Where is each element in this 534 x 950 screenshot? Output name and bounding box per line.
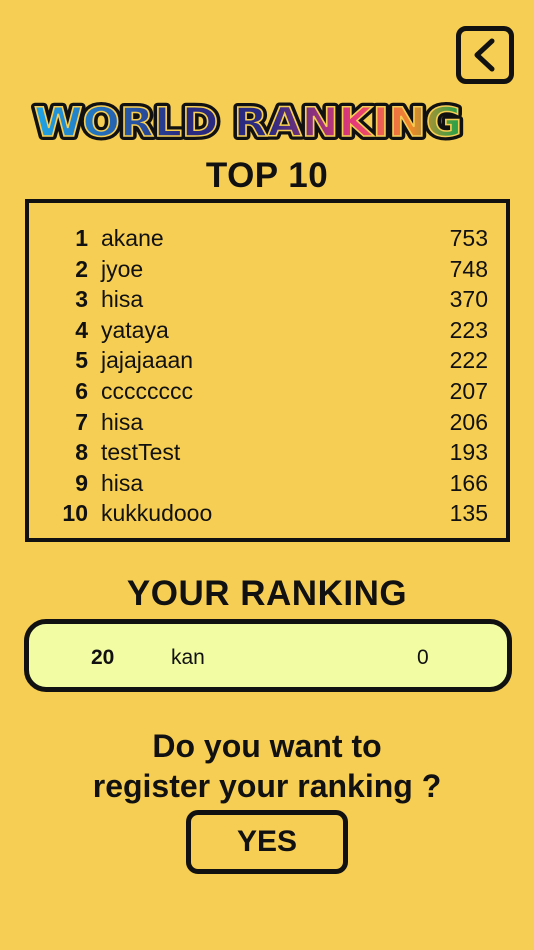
table-row: 3 hisa 370 [29,284,506,314]
rank-number: 10 [62,500,88,527]
player-score: 206 [449,408,488,435]
player-name: cccccccc [101,378,193,404]
table-row: 7 hisa 206 [29,407,506,437]
table-row: 4 yataya 223 [29,315,506,345]
player-score: 222 [449,347,488,374]
player-name: kukkudooo [101,500,213,527]
player-score: 748 [449,255,488,282]
player-score: 207 [449,378,488,404]
table-row: 6 cccccccc 207 [29,376,506,406]
player-name: hisa [101,286,144,313]
rank-number: 3 [75,286,88,313]
your-ranking-panel: 20 kan 0 [24,619,512,692]
rank-number: 8 [75,439,88,466]
rank-number: 5 [75,347,88,374]
register-question: Do you want to register your ranking ? [0,726,534,806]
player-score: 166 [449,469,488,496]
your-score: 0 [417,646,429,669]
table-row: 10 kukkudooo 135 [29,498,506,528]
rank-number: 6 [75,378,88,404]
top10-table: 1 akane 753 2 jyoe 748 3 hisa 370 4 yata… [25,199,510,542]
back-button[interactable] [456,26,514,84]
top10-heading: TOP 10 [205,156,329,195]
player-score: 135 [449,500,488,527]
page-title: WORLD RANKING [34,100,462,146]
player-score: 223 [449,316,488,343]
world-ranking-logo: WORLD RANKING WORLD RANKING [28,92,468,148]
player-score: 753 [449,225,488,251]
rank-number: 4 [75,316,88,343]
player-name: yataya [101,316,169,343]
rank-number: 2 [75,255,88,282]
rank-number: 7 [75,408,88,435]
rank-number: 9 [75,469,88,496]
table-row: 8 testTest 193 [29,437,506,467]
player-name: jajajaaan [101,347,194,374]
your-player-name: kan [171,646,205,669]
player-name: hisa [101,408,144,435]
player-name: akane [101,225,164,251]
yes-button[interactable]: YES [186,810,348,874]
rank-number: 1 [75,225,88,251]
table-row: 5 jajajaaan 222 [29,345,506,375]
table-row: 2 jyoe 748 [29,254,506,284]
your-ranking-heading: YOUR RANKING [126,574,408,613]
chevron-left-icon [474,38,495,72]
your-rank-number: 20 [91,646,115,669]
player-name: jyoe [101,255,144,282]
player-score: 193 [449,439,488,466]
question-line-1: Do you want to [152,728,382,764]
table-row: 9 hisa 166 [29,468,506,498]
question-line-2: register your ranking ? [92,768,442,804]
player-score: 370 [449,286,488,313]
player-name: testTest [101,439,181,466]
table-row: 1 akane 753 [29,223,506,253]
player-name: hisa [101,469,144,496]
